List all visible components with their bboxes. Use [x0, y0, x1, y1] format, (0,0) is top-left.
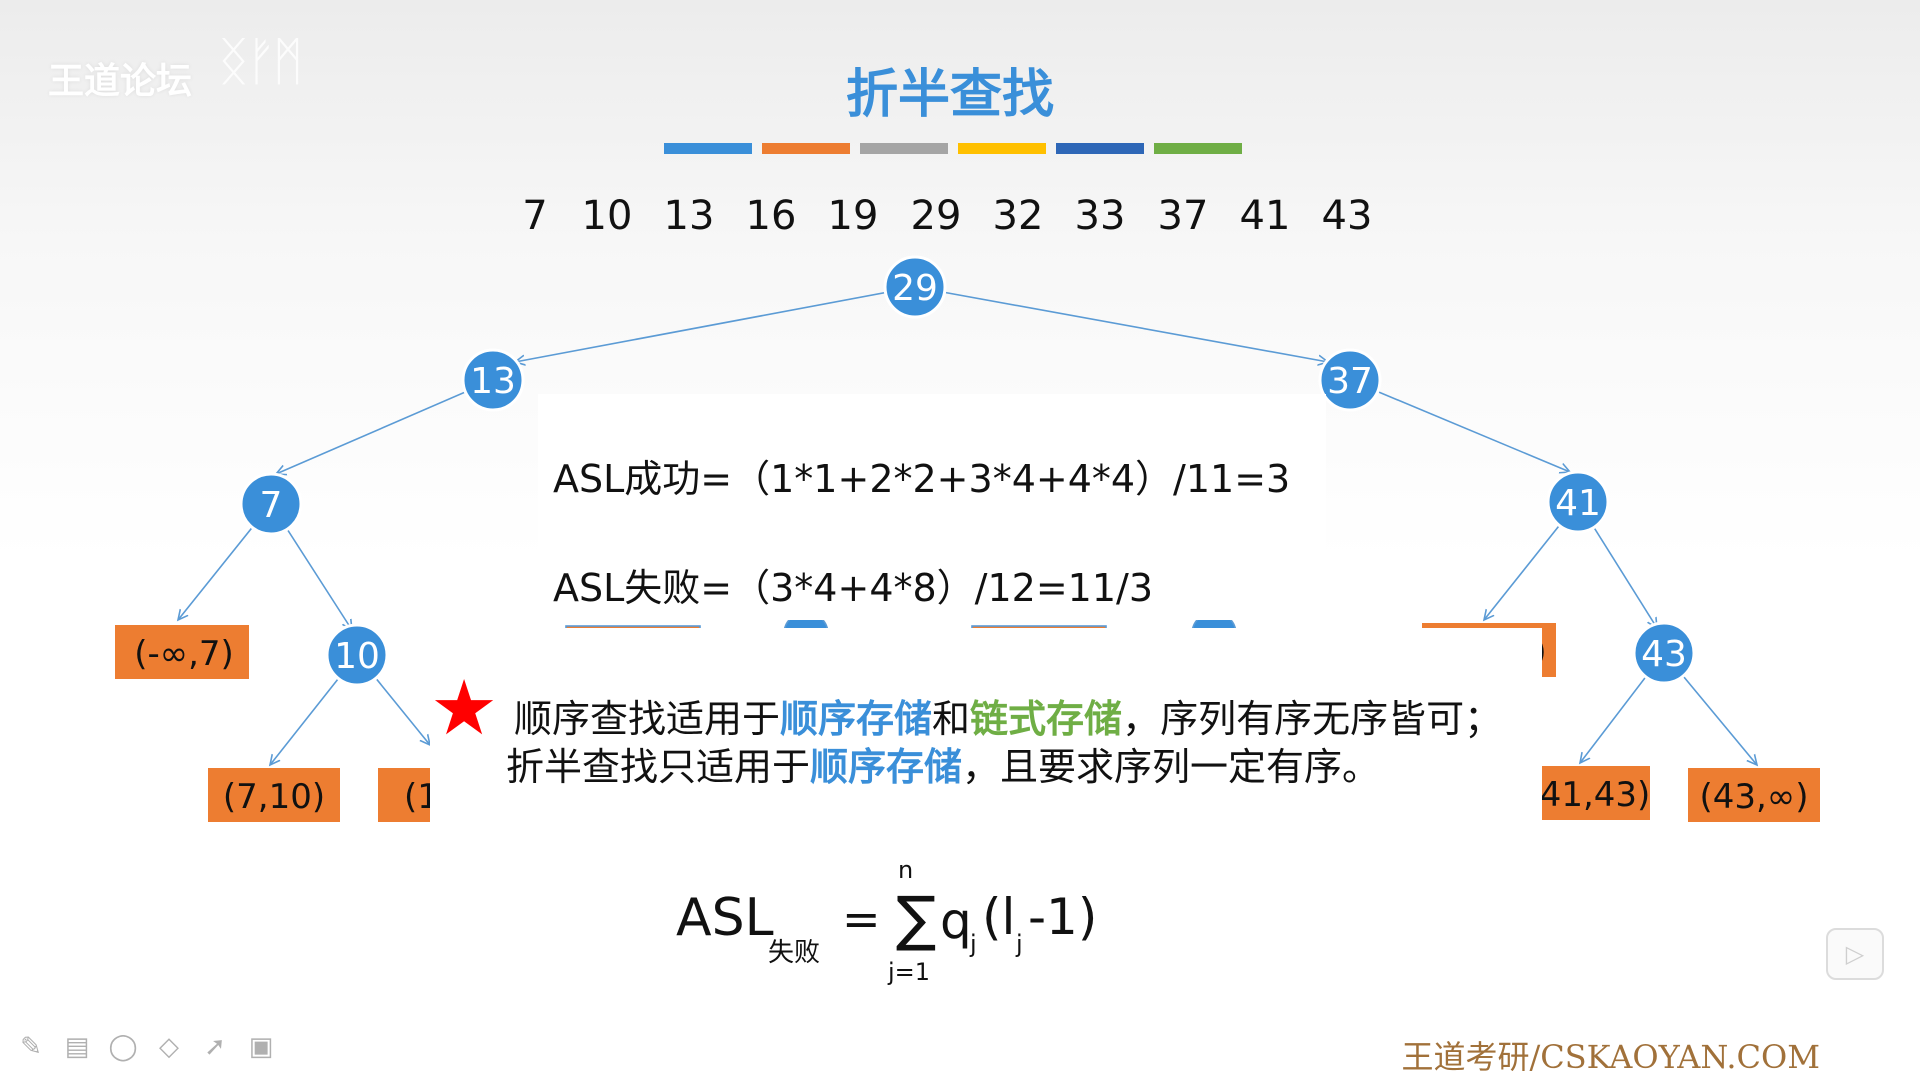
note-text: 顺序查找适用于: [514, 697, 781, 741]
play-icon[interactable]: ▷: [1826, 928, 1884, 980]
tree-node-label: 29: [892, 268, 938, 309]
leaf-label: (-∞,7): [134, 634, 234, 674]
note-text: 和: [932, 697, 971, 741]
failure-interval-leaf: (7,10): [208, 768, 340, 822]
asl-success-formula: ASL成功=（1*1+2*2+3*4+4*4）/11=3: [553, 457, 1291, 501]
formula-l-subscript: j: [1016, 930, 1023, 958]
tree-node-label: 7: [260, 485, 283, 526]
eraser-icon[interactable]: ◇: [154, 1032, 184, 1062]
formula-rest: -1): [1028, 888, 1098, 946]
cursor-icon[interactable]: ➚: [200, 1032, 230, 1062]
formula-sigma: ∑: [896, 884, 937, 954]
asl-fail-general-formula: ASL 失败 = ∑ n j=1 q j (l j -1): [676, 856, 1116, 998]
formula-l: (l: [982, 888, 1016, 946]
leaf-label: 41,43): [1540, 775, 1651, 815]
failure-interval-leaf: 41,43): [1540, 766, 1651, 820]
asl-fail-formula: ASL失败=（3*4+4*8）/12=11/3: [553, 566, 1154, 610]
note-line-2: 折半查找只适用于顺序存储，且要求序列一定有序。: [506, 736, 1380, 791]
tree-node-label: 13: [470, 361, 516, 402]
camera-icon[interactable]: ▣: [246, 1032, 276, 1062]
tree-node-label: 37: [1327, 361, 1373, 402]
note-highlight-sequential-storage: 顺序存储: [780, 697, 933, 741]
tree-node-label: 10: [334, 636, 380, 677]
note-text: 折半查找只适用于: [506, 745, 811, 789]
tree-edge: [515, 286, 916, 362]
note-highlight-sequential-storage: 顺序存储: [810, 745, 963, 789]
tree-node: 43: [1632, 621, 1696, 685]
formula-q-subscript: j: [970, 930, 977, 958]
tree-node-label: 43: [1641, 634, 1687, 675]
board-icon[interactable]: ▤: [62, 1032, 92, 1062]
formula-asl: ASL: [676, 888, 774, 948]
note-highlight-linked-storage: 链式存储: [970, 697, 1123, 741]
tree-edge: [914, 286, 1328, 362]
site-footer: 王道考研/CSKAOYAN.COM: [1401, 1038, 1820, 1076]
leaf-label: (7,10): [223, 777, 325, 817]
tree-node: 7: [239, 472, 303, 536]
tree-node: 37: [1318, 348, 1382, 412]
failure-interval-leaf: (43,∞): [1688, 768, 1820, 822]
note-text: ，序列有序无序皆可；: [1122, 697, 1503, 741]
formula-lower-limit: j=1: [888, 958, 931, 986]
formula-q: q: [940, 892, 972, 950]
note-text: ，且要求序列一定有序。: [962, 745, 1381, 789]
failure-interval-leaf: (-∞,7): [115, 625, 249, 679]
tree-edge: [1349, 379, 1570, 472]
star-icon: ★: [430, 663, 499, 752]
tree-node: 10: [325, 623, 389, 687]
tree-node: 13: [461, 348, 525, 412]
annotation-toolbar: ✎ ▤ ◯ ◇ ➚ ▣: [16, 1032, 276, 1062]
formula-upper-limit: n: [898, 856, 914, 884]
leaf-label: (43,∞): [1700, 777, 1809, 817]
tree-node: 29: [883, 255, 947, 319]
tree-node: 41: [1546, 470, 1610, 534]
note-line-1: 顺序查找适用于顺序存储和链式存储，序列有序无序皆可；: [514, 688, 1502, 743]
pencil-icon[interactable]: ✎: [16, 1032, 46, 1062]
tree-edge: [276, 379, 494, 474]
formula-subscript: 失败: [768, 938, 821, 968]
tree-node-label: 41: [1555, 483, 1601, 524]
formula-equals: =: [842, 892, 881, 946]
lasso-icon[interactable]: ◯: [108, 1032, 138, 1062]
